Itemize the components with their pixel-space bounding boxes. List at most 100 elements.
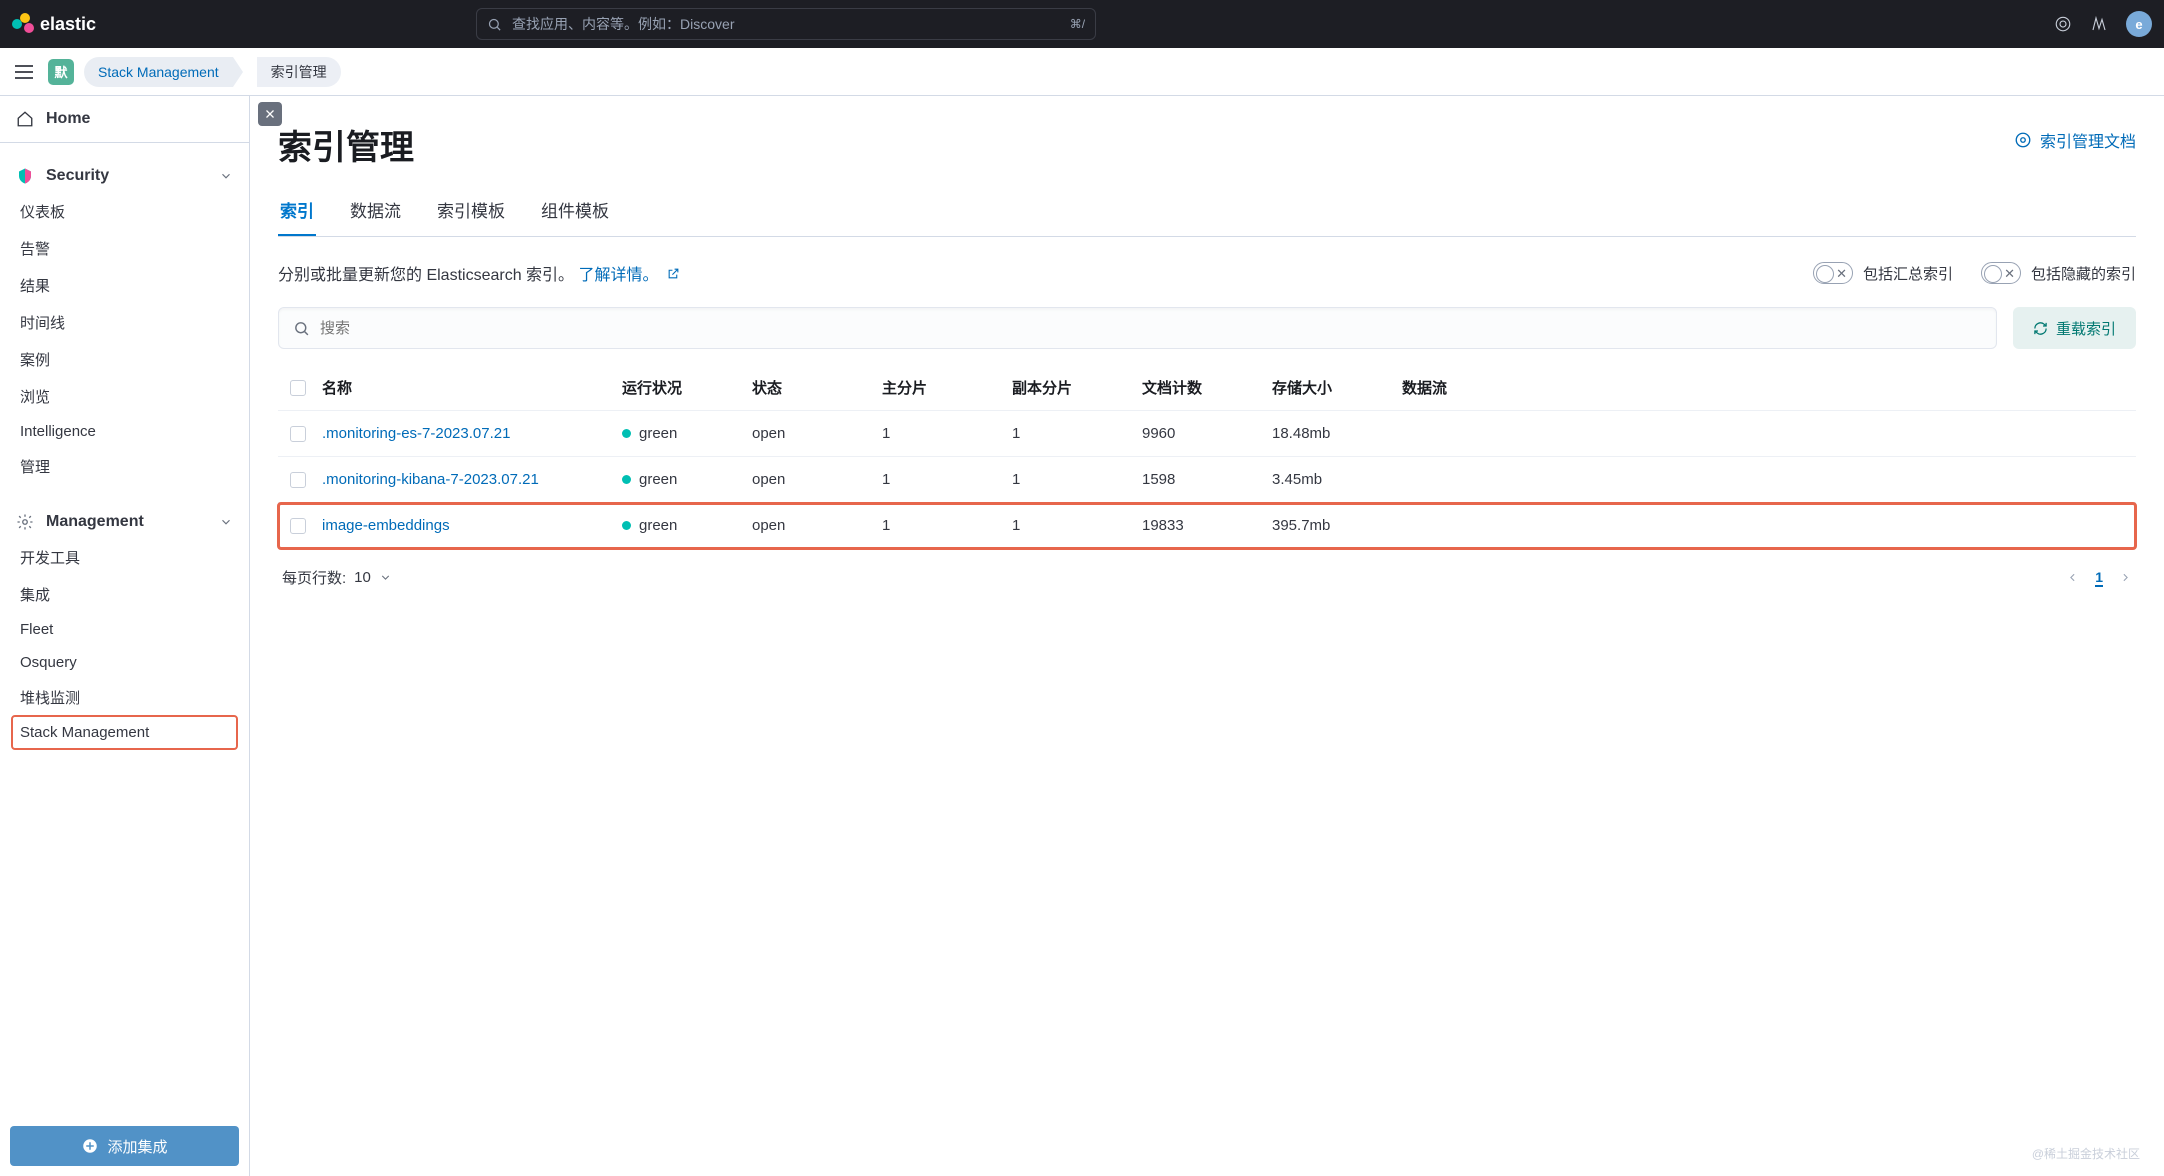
switch-off-icon[interactable]: ✕ [1813,262,1853,284]
tab[interactable]: 数据流 [348,197,403,236]
tab[interactable]: 索引模板 [435,197,507,236]
row-checkbox[interactable] [290,472,306,488]
breadcrumb-bar: 默 Stack Management 索引管理 [0,48,2164,96]
sidebar-header-security[interactable]: Security [12,159,237,193]
newsfeed-icon[interactable] [2054,15,2072,33]
learn-more-link[interactable]: 了解详情。 [579,267,659,284]
page-next-icon[interactable] [2119,571,2132,584]
page-number[interactable]: 1 [2095,569,2103,587]
global-search[interactable]: 查找应用、内容等。例如：Discover ⌘/ [476,8,1096,40]
col-replicas[interactable]: 副本分片 [1012,377,1142,398]
sidebar-item[interactable]: 告警 [12,230,237,267]
index-name-link[interactable]: .monitoring-es-7-2023.07.21 [322,425,622,442]
elastic-logo-icon [12,13,34,35]
tab[interactable]: 组件模板 [539,197,611,236]
refresh-icon [2033,321,2048,336]
table-row[interactable]: image-embeddingsgreenopen1119833395.7mb [278,503,2136,549]
sidebar-header-management[interactable]: Management [12,505,237,539]
header-right: e [2054,11,2152,37]
rows-per-page[interactable]: 每页行数: 10 [282,567,392,588]
col-storage[interactable]: 存储大小 [1272,377,1402,398]
sidebar-item[interactable]: Fleet [12,613,237,646]
col-datastream[interactable]: 数据流 [1402,377,1502,398]
breadcrumb-stack-management[interactable]: Stack Management [84,57,233,87]
search-field[interactable] [320,320,1982,337]
table-row[interactable]: .monitoring-es-7-2023.07.21greenopen1199… [278,411,2136,457]
switch-off-icon[interactable]: ✕ [1981,262,2021,284]
sidebar-item[interactable]: 管理 [12,448,237,485]
chevron-down-icon [379,571,392,584]
cell-storage: 3.45mb [1272,471,1402,488]
toggle-rollup[interactable]: ✕ 包括汇总索引 [1813,262,1953,284]
description-text: 分别或批量更新您的 Elasticsearch 索引。 了解详情。 [278,261,680,285]
cell-storage: 18.48mb [1272,425,1402,442]
sidebar-item[interactable]: Osquery [12,646,237,679]
space-selector[interactable]: 默 [48,59,74,85]
table-footer: 每页行数: 10 1 [278,567,2136,588]
search-input[interactable] [278,307,1997,349]
cell-docs: 9960 [1142,425,1272,442]
user-avatar[interactable]: e [2126,11,2152,37]
cell-health: green [622,471,752,488]
nav-toggle-icon[interactable] [10,58,38,86]
home-icon [16,110,34,128]
main-content: 索引管理 索引管理文档 索引数据流索引模板组件模板 分别或批量更新您的 Elas… [250,96,2164,1176]
global-search-wrap: 查找应用、内容等。例如：Discover ⌘/ [476,8,1096,40]
tabs: 索引数据流索引模板组件模板 [278,197,2136,237]
cell-docs: 19833 [1142,517,1272,534]
sidebar-item[interactable]: 堆栈监测 [12,679,237,716]
brand-logo[interactable]: elastic [12,13,96,35]
security-icon [16,167,34,185]
health-dot-icon [622,521,631,530]
index-name-link[interactable]: .monitoring-kibana-7-2023.07.21 [322,471,622,488]
cell-health: green [622,517,752,534]
sidebar-item[interactable]: Stack Management [12,716,237,749]
sidebar-item[interactable]: 浏览 [12,378,237,415]
docs-link[interactable]: 索引管理文档 [2014,128,2136,152]
help-icon[interactable] [2090,15,2108,33]
toggle-group: ✕ 包括汇总索引 ✕ 包括隐藏的索引 [1813,262,2136,284]
top-header: elastic 查找应用、内容等。例如：Discover ⌘/ e [0,0,2164,48]
row-checkbox[interactable] [290,518,306,534]
col-primaries[interactable]: 主分片 [882,377,1012,398]
sidebar-item[interactable]: Intelligence [12,415,237,448]
chevron-down-icon [219,169,233,183]
health-dot-icon [622,475,631,484]
cell-replicas: 1 [1012,471,1142,488]
description-row: 分别或批量更新您的 Elasticsearch 索引。 了解详情。 ✕ 包括汇总… [278,261,2136,285]
sidebar-item[interactable]: 开发工具 [12,539,237,576]
toggle-hidden[interactable]: ✕ 包括隐藏的索引 [1981,262,2136,284]
sidebar-item[interactable]: 集成 [12,576,237,613]
index-name-link[interactable]: image-embeddings [322,517,622,534]
add-integration-button[interactable]: 添加集成 [10,1126,239,1166]
col-docs[interactable]: 文档计数 [1142,377,1272,398]
search-icon [293,320,310,337]
cell-replicas: 1 [1012,517,1142,534]
col-status[interactable]: 状态 [752,377,882,398]
sidebar-item[interactable]: 案例 [12,341,237,378]
keyboard-shortcut: ⌘/ [1070,17,1085,31]
col-health[interactable]: 运行状况 [622,377,752,398]
sidebar-item[interactable]: 结果 [12,267,237,304]
breadcrumb-current: 索引管理 [257,57,341,87]
cell-primaries: 1 [882,425,1012,442]
sidebar: Home Security 仪表板告警结果时间线案例浏览Intelligence… [0,96,250,1176]
controls-row: 重载索引 [278,307,2136,349]
sidebar-item[interactable]: 仪表板 [12,193,237,230]
docs-icon [2014,131,2032,149]
page-header: 索引管理 索引管理文档 [278,120,2136,169]
search-icon [487,17,502,32]
close-icon[interactable] [258,102,282,126]
row-checkbox[interactable] [290,426,306,442]
col-name[interactable]: 名称 [322,377,622,398]
tab[interactable]: 索引 [278,197,316,236]
sidebar-item[interactable]: 时间线 [12,304,237,341]
cell-status: open [752,471,882,488]
page-prev-icon[interactable] [2066,571,2079,584]
select-all-checkbox[interactable] [290,380,306,396]
table-row[interactable]: .monitoring-kibana-7-2023.07.21greenopen… [278,457,2136,503]
cell-health: green [622,425,752,442]
health-dot-icon [622,429,631,438]
reload-button[interactable]: 重载索引 [2013,307,2136,349]
sidebar-home[interactable]: Home [0,96,249,143]
